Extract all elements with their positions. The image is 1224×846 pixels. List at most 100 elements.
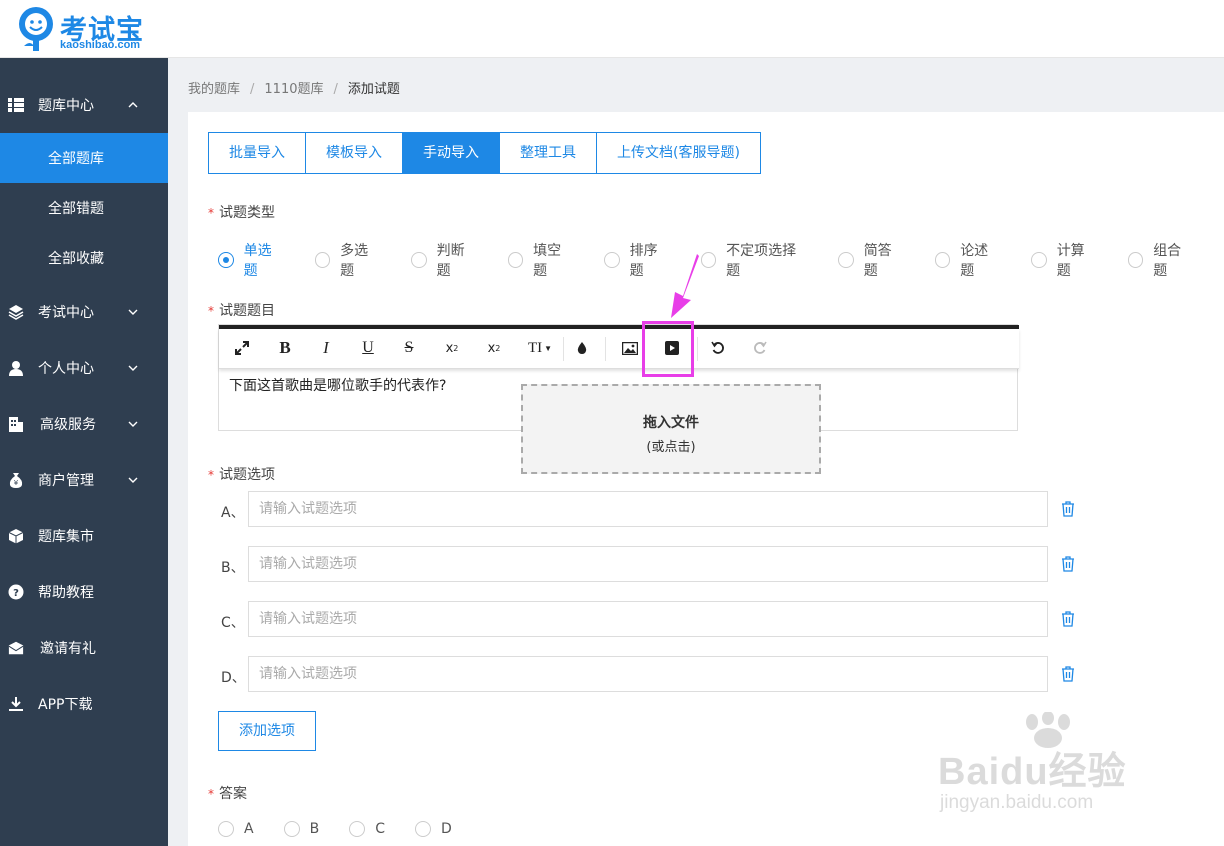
baidu-watermark: Baidu经验 jingyan.baidu.com <box>938 712 1178 822</box>
tab-template-import[interactable]: 模板导入 <box>306 133 403 173</box>
answer-radio-d[interactable]: D <box>414 821 452 837</box>
envelope-icon <box>8 640 24 656</box>
radio-fill-blank[interactable]: 填空题 <box>507 240 575 280</box>
drop-zone-hint: (或点击) <box>646 440 696 455</box>
radio-dot <box>507 252 524 268</box>
sidebar-item-label: 个人中心 <box>38 361 94 377</box>
breadcrumb-my-banks[interactable]: 我的题库 <box>188 82 240 97</box>
breadcrumb-bank[interactable]: 1110题库 <box>264 82 323 97</box>
required-mark: * <box>208 787 214 801</box>
radio-dot <box>414 821 431 837</box>
top-header: 考试宝 kaoshibao.com <box>0 0 1224 58</box>
tab-upload-document[interactable]: 上传文档(客服导题) <box>597 133 760 173</box>
answer-radio-b[interactable]: B <box>283 821 319 837</box>
image-icon[interactable] <box>615 333 645 363</box>
chevron-down-icon <box>128 365 138 371</box>
answer-radio-a[interactable]: A <box>218 821 254 837</box>
radio-dot <box>411 252 427 268</box>
superscript-icon[interactable]: x2 <box>479 333 509 363</box>
sidebar-item-label: 高级服务 <box>40 417 96 433</box>
sidebar-item-merchant-management[interactable]: ¥ 商户管理 <box>0 455 168 505</box>
question-stem-text[interactable]: 下面这首歌曲是哪位歌手的代表作? <box>229 375 446 395</box>
sidebar-item-help-tutorial[interactable]: ? 帮助教程 <box>0 567 168 617</box>
chevron-down-icon <box>128 421 138 427</box>
question-type-label: * 试题类型 <box>208 205 275 221</box>
option-letter: C、 <box>221 615 245 631</box>
sidebar-item-exam-center[interactable]: 考试中心 <box>0 287 168 337</box>
sidebar-sub-all-banks[interactable]: 全部题库 <box>0 133 168 183</box>
breadcrumb: 我的题库 / 1110题库 / 添加试题 <box>188 78 400 97</box>
logo[interactable]: 考试宝 kaoshibao.com <box>16 6 166 54</box>
bold-icon[interactable]: B <box>270 333 300 363</box>
italic-icon[interactable]: I <box>311 333 341 363</box>
option-a-input[interactable] <box>248 491 1048 527</box>
layers-icon <box>8 304 24 320</box>
radio-dot <box>1031 252 1047 268</box>
option-b-input[interactable] <box>248 546 1048 582</box>
strikethrough-icon[interactable]: S <box>394 333 424 363</box>
toolbar-divider <box>563 337 564 361</box>
breadcrumb-separator: / <box>250 82 255 97</box>
question-stem-label: * 试题题目 <box>208 303 275 319</box>
tab-organize-tools[interactable]: 整理工具 <box>500 133 597 173</box>
undo-icon[interactable] <box>703 333 733 363</box>
radio-multiple-choice[interactable]: 多选题 <box>314 240 382 280</box>
radio-single-choice[interactable]: 单选题 <box>218 240 285 280</box>
subscript-icon[interactable]: x2 <box>437 333 467 363</box>
sidebar-item-bank-market[interactable]: 题库集市 <box>0 511 168 561</box>
radio-dot <box>314 252 331 268</box>
toolbar-divider <box>697 337 698 361</box>
sidebar-item-app-download[interactable]: APP下载 <box>0 679 168 729</box>
answer-radio-c[interactable]: C <box>349 821 385 837</box>
color-drop-icon[interactable] <box>567 333 597 363</box>
sidebar-item-premium-service[interactable]: 高级服务 <box>0 399 168 449</box>
radio-dot <box>1127 252 1144 268</box>
answer-group: A B C D <box>218 821 482 837</box>
trash-icon[interactable] <box>1060 501 1076 517</box>
tab-batch-import[interactable]: 批量导入 <box>209 133 306 173</box>
radio-dot <box>604 252 620 268</box>
sidebar-item-label: 题库中心 <box>38 98 94 114</box>
sidebar-sub-label: 全部错题 <box>48 201 104 217</box>
sidebar-item-label: 题库集市 <box>38 529 94 545</box>
logo-domain: kaoshibao.com <box>60 39 141 51</box>
add-option-button[interactable]: 添加选项 <box>218 711 316 751</box>
redo-icon[interactable] <box>745 333 775 363</box>
radio-ordering[interactable]: 排序题 <box>604 240 671 280</box>
money-bag-icon: ¥ <box>8 472 24 488</box>
sidebar-sub-all-mistakes[interactable]: 全部错题 <box>0 183 168 233</box>
font-size-icon[interactable]: TI ▼ <box>521 333 559 363</box>
svg-text:?: ? <box>13 588 19 599</box>
option-letter: D、 <box>221 670 246 686</box>
underline-icon[interactable]: U <box>353 333 383 363</box>
sidebar-sub-all-favorites[interactable]: 全部收藏 <box>0 233 168 283</box>
sidebar-item-label: 邀请有礼 <box>40 641 96 657</box>
trash-icon[interactable] <box>1060 666 1076 682</box>
required-mark: * <box>208 206 214 220</box>
radio-dot <box>349 821 366 837</box>
radio-indefinite-choice[interactable]: 不定项选择题 <box>700 240 809 280</box>
breadcrumb-current: 添加试题 <box>347 82 400 97</box>
tab-manual-import[interactable]: 手动导入 <box>403 133 500 173</box>
editor-toolbar: B I U S x2 x2 TI ▼ <box>219 329 1019 369</box>
radio-essay[interactable]: 论述题 <box>934 240 1002 280</box>
trash-icon[interactable] <box>1060 611 1076 627</box>
option-d-input[interactable] <box>248 656 1048 692</box>
answer-label: * 答案 <box>208 786 247 802</box>
box-icon <box>8 528 24 544</box>
list-icon <box>8 97 24 113</box>
fullscreen-icon[interactable] <box>227 333 257 363</box>
radio-short-answer[interactable]: 简答题 <box>838 240 905 280</box>
trash-icon[interactable] <box>1060 556 1076 572</box>
file-drop-zone[interactable]: 拖入文件 (或点击) <box>521 384 821 474</box>
radio-calculation[interactable]: 计算题 <box>1031 240 1098 280</box>
radio-combined[interactable]: 组合题 <box>1127 240 1195 280</box>
sidebar-item-personal-center[interactable]: 个人中心 <box>0 343 168 393</box>
building-icon <box>8 416 24 432</box>
sidebar-item-question-bank[interactable]: 题库中心 <box>0 80 168 130</box>
sidebar-item-invite-gift[interactable]: 邀请有礼 <box>0 623 168 673</box>
radio-true-false[interactable]: 判断题 <box>411 240 478 280</box>
option-c-input[interactable] <box>248 601 1048 637</box>
watermark-url: jingyan.baidu.com <box>940 792 1094 813</box>
chevron-down-icon <box>128 309 138 315</box>
